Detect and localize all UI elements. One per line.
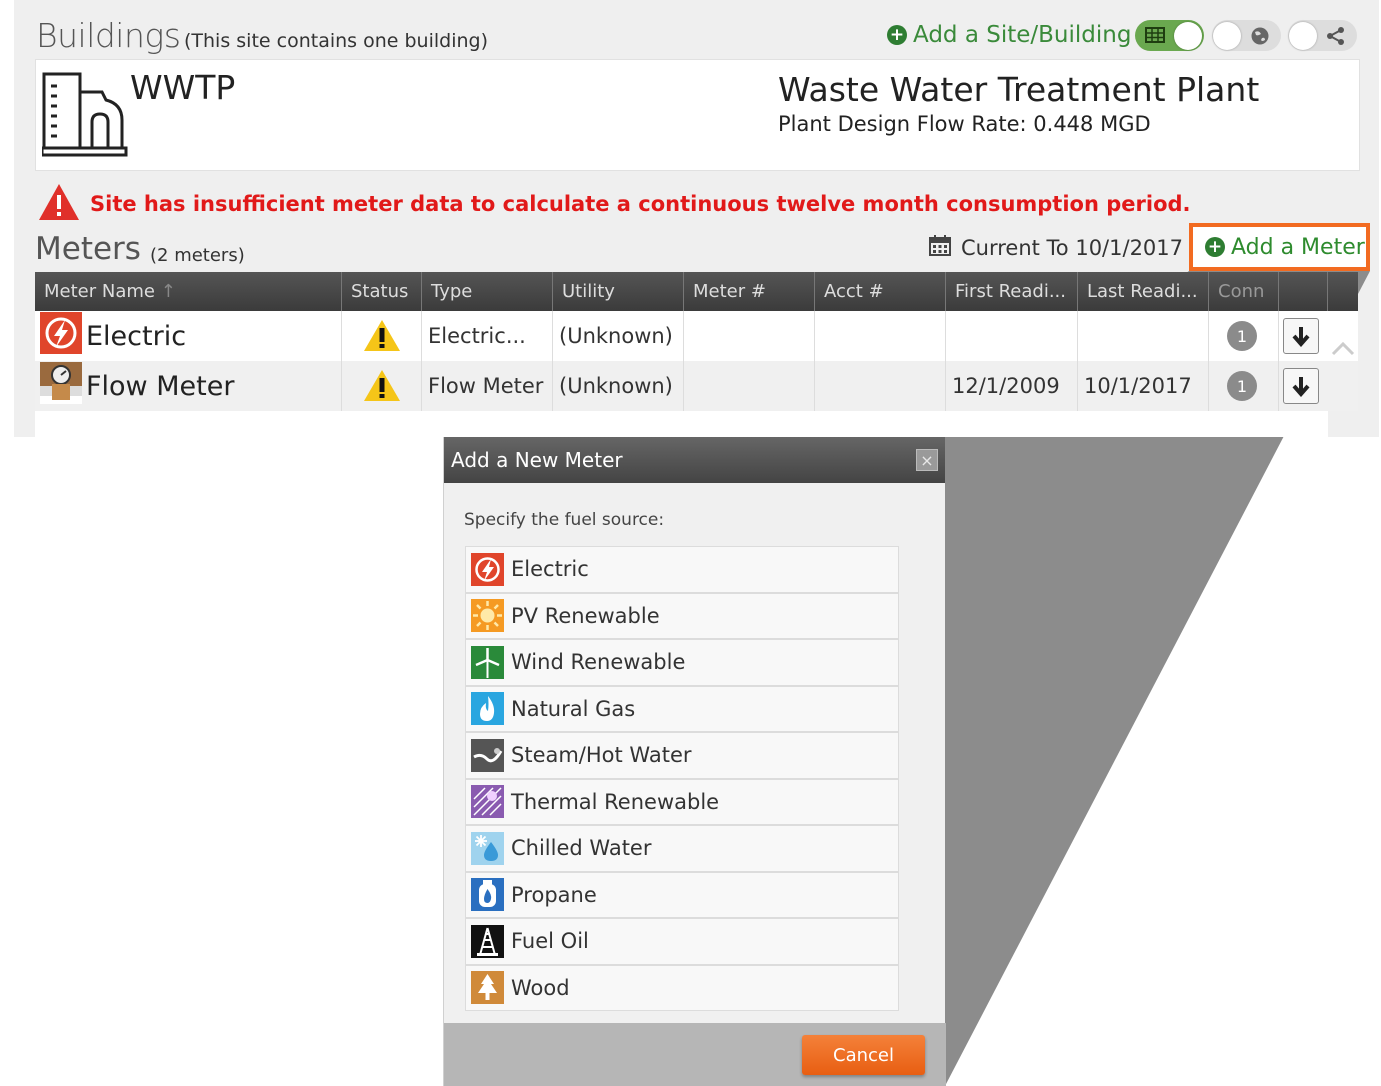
- fuel-option-wood[interactable]: Wood: [465, 964, 899, 1011]
- fuel-option-pv-renewable[interactable]: PV Renewable: [465, 592, 899, 639]
- column-header-meter-number[interactable]: Meter #: [684, 272, 815, 311]
- oil-derrick-icon: [471, 924, 504, 958]
- meters-table: Meter Name ↑ Status Type Utility Meter #…: [35, 272, 1358, 411]
- acct-number-cell: [815, 361, 946, 411]
- meter-name-cell[interactable]: Electric: [35, 311, 342, 361]
- fuel-option-natural-gas[interactable]: Natural Gas: [465, 685, 899, 732]
- column-header-meter-name[interactable]: Meter Name ↑: [35, 272, 342, 311]
- thermal-icon: [471, 785, 504, 819]
- column-header-type[interactable]: Type: [422, 272, 553, 311]
- fuel-label: Natural Gas: [511, 696, 636, 721]
- dialog-footer: Cancel: [444, 1023, 946, 1086]
- conn-badge: 1: [1227, 371, 1257, 401]
- column-header-conn[interactable]: Conn: [1209, 272, 1279, 311]
- last-reading-cell: 10/1/2017: [1078, 361, 1209, 411]
- table-row[interactable]: Electric Electric... (Unknown) 1: [35, 311, 1358, 361]
- flow-meter-icon: [40, 361, 82, 411]
- meter-number-cell: [684, 361, 815, 411]
- close-icon[interactable]: ×: [916, 449, 938, 471]
- column-header-first-reading[interactable]: First Readi...: [946, 272, 1078, 311]
- steam-icon: [471, 738, 504, 772]
- fuel-label: PV Renewable: [511, 603, 660, 628]
- acct-number-cell: [815, 311, 946, 361]
- status-cell: [342, 311, 422, 361]
- column-header-acct-number[interactable]: Acct #: [815, 272, 946, 311]
- fuel-label: Wood: [511, 975, 570, 1000]
- fuel-label: Thermal Renewable: [511, 789, 720, 814]
- download-button[interactable]: [1283, 318, 1319, 354]
- type-cell: Flow Meter: [422, 361, 553, 411]
- fuel-label: Propane: [511, 882, 597, 907]
- column-header-actions: [1279, 272, 1328, 311]
- meter-name: Electric: [86, 320, 187, 352]
- wind-turbine-icon: [471, 645, 504, 679]
- conn-cell: 1: [1209, 361, 1279, 411]
- warning-icon: [360, 314, 404, 359]
- actions-cell: [1279, 361, 1328, 411]
- flame-icon: [471, 692, 504, 726]
- actions-cell: [1279, 311, 1328, 361]
- fuel-source-list: Electric PV Renewable Wind Renewable Nat…: [465, 546, 899, 1011]
- meter-name-cell[interactable]: Flow Meter: [35, 361, 342, 411]
- meter-name: Flow Meter: [86, 370, 235, 402]
- fuel-option-steam-hot-water[interactable]: Steam/Hot Water: [465, 732, 899, 779]
- propane-tank-icon: [471, 878, 504, 912]
- conn-badge: 1: [1227, 321, 1257, 351]
- scroll-up-icon[interactable]: [1330, 338, 1356, 362]
- sun-icon: [471, 599, 504, 633]
- fuel-source-prompt: Specify the fuel source:: [464, 510, 665, 530]
- meter-number-cell: [684, 311, 815, 361]
- column-header-last-reading[interactable]: Last Readi...: [1078, 272, 1209, 311]
- arrow-down-icon: [1292, 377, 1310, 397]
- download-button[interactable]: [1283, 368, 1319, 404]
- table-empty-area: [35, 411, 1328, 437]
- fuel-option-electric[interactable]: Electric: [465, 546, 899, 593]
- electric-icon: [40, 311, 82, 361]
- fuel-label: Electric: [511, 557, 589, 582]
- warning-icon: [360, 364, 404, 409]
- type-cell: Electric...: [422, 311, 553, 361]
- table-row[interactable]: Flow Meter Flow Meter (Unknown) 12/1/200…: [35, 361, 1358, 411]
- first-reading-cell: [946, 311, 1078, 361]
- column-header-status[interactable]: Status: [342, 272, 422, 311]
- utility-cell: (Unknown): [553, 361, 684, 411]
- electric-icon: [471, 552, 504, 586]
- dialog-title: Add a New Meter: [451, 448, 623, 472]
- snowflake-drop-icon: [471, 831, 504, 865]
- conn-cell: 1: [1209, 311, 1279, 361]
- fuel-option-thermal-renewable[interactable]: Thermal Renewable: [465, 778, 899, 825]
- fuel-option-wind-renewable[interactable]: Wind Renewable: [465, 639, 899, 686]
- fuel-label: Steam/Hot Water: [511, 743, 692, 768]
- cancel-button[interactable]: Cancel: [802, 1035, 925, 1075]
- sort-arrow-icon: ↑: [160, 281, 176, 302]
- tree-icon: [471, 971, 504, 1005]
- fuel-option-propane[interactable]: Propane: [465, 871, 899, 918]
- fuel-option-chilled-water[interactable]: Chilled Water: [465, 825, 899, 872]
- add-new-meter-dialog: Add a New Meter × Specify the fuel sourc…: [443, 437, 946, 1086]
- last-reading-cell: [1078, 311, 1209, 361]
- fuel-label: Chilled Water: [511, 836, 652, 861]
- arrow-down-icon: [1292, 327, 1310, 347]
- fuel-option-fuel-oil[interactable]: Fuel Oil: [465, 918, 899, 965]
- first-reading-cell: 12/1/2009: [946, 361, 1078, 411]
- fuel-label: Wind Renewable: [511, 650, 686, 675]
- utility-cell: (Unknown): [553, 311, 684, 361]
- fuel-label: Fuel Oil: [511, 929, 589, 954]
- status-cell: [342, 361, 422, 411]
- column-header-utility[interactable]: Utility: [553, 272, 684, 311]
- meters-table-header: Meter Name ↑ Status Type Utility Meter #…: [35, 272, 1358, 311]
- dialog-header: Add a New Meter ×: [444, 437, 945, 483]
